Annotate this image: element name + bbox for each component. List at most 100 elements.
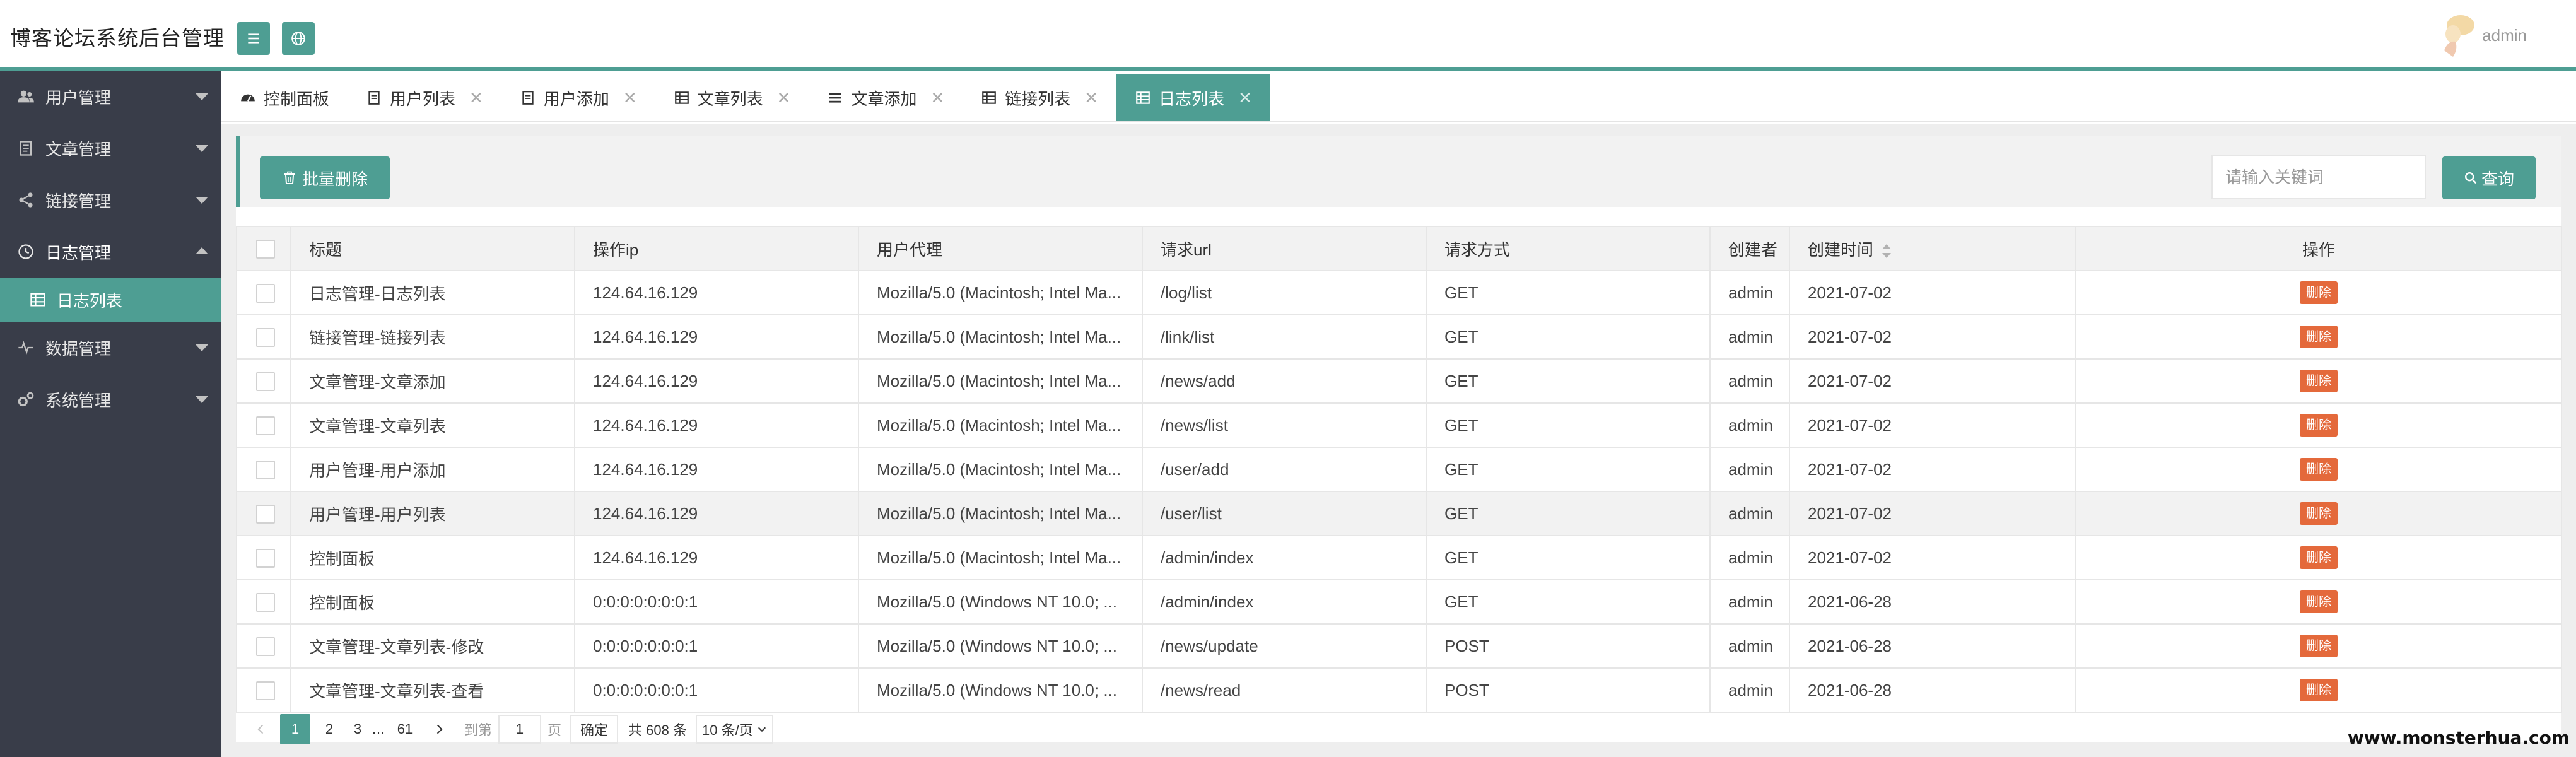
row-checkbox-cell — [236, 403, 291, 448]
close-icon[interactable]: ✕ — [623, 88, 637, 108]
page-unit-label: 页 — [547, 722, 562, 738]
sidebar-item-articles[interactable]: 文章管理 — [0, 122, 221, 174]
table-row[interactable]: 用户管理-用户添加 124.64.16.129 Mozilla/5.0 (Macin… — [236, 447, 2562, 492]
close-icon[interactable]: ✕ — [1238, 88, 1252, 108]
table-cell-actions: 删除 — [2075, 536, 2562, 580]
close-icon[interactable]: ✕ — [1084, 88, 1098, 108]
user-menu[interactable]: admin — [2439, 15, 2527, 57]
delete-button[interactable]: 删除 — [2300, 679, 2338, 701]
column-header-sortable[interactable]: 创建时间 — [1789, 226, 2076, 271]
table-row[interactable]: 链接管理-链接列表 124.64.16.129 Mozilla/5.0 (Macin… — [236, 315, 2562, 360]
table-cell-creator: admin — [1709, 668, 1790, 713]
query-button[interactable]: 查询 — [2442, 156, 2536, 199]
table-row[interactable]: 文章管理-文章列表-修改 0:0:0:0:0:0:0:1 Mozilla/5.0 (… — [236, 624, 2562, 669]
table-cell-url: /admin/index — [1142, 580, 1427, 625]
sidebar: 用户管理 文章管理 链接管理 日志管理 日志列表 数据管理 系统管理 — [0, 71, 221, 757]
prev-page-button[interactable] — [246, 714, 276, 744]
sidebar-subitem-log-list[interactable]: 日志列表 — [0, 278, 221, 322]
close-icon[interactable]: ✕ — [469, 88, 483, 108]
table-row[interactable]: 文章管理-文章列表 124.64.16.129 Mozilla/5.0 (Macin… — [236, 403, 2562, 448]
table-cell-agent: Mozilla/5.0 (Macintosh; Intel Ma... — [858, 315, 1143, 360]
table-cell-method: GET — [1426, 536, 1711, 580]
batch-delete-button[interactable]: 批量删除 — [260, 156, 390, 199]
table-cell-actions: 删除 — [2075, 447, 2562, 492]
goto-page-input[interactable] — [498, 715, 542, 744]
row-checkbox[interactable] — [256, 461, 275, 480]
table-cell-creator: admin — [1709, 271, 1790, 315]
table-cell-agent: Mozilla/5.0 (Macintosh; Intel Ma... — [858, 403, 1143, 448]
sidebar-item-links[interactable]: 链接管理 — [0, 174, 221, 226]
table-row[interactable]: 文章管理-文章列表-查看 0:0:0:0:0:0:0:1 Mozilla/5.0 (… — [236, 668, 2562, 713]
close-icon[interactable]: ✕ — [930, 88, 944, 108]
tab-log-list[interactable]: 日志列表 ✕ — [1116, 74, 1270, 121]
table-cell-time: 2021-07-02 — [1789, 491, 2076, 536]
table-cell-actions: 删除 — [2075, 359, 2562, 404]
table-cell-title: 控制面板 — [290, 580, 575, 625]
delete-button[interactable]: 删除 — [2300, 635, 2338, 657]
sidebar-item-data[interactable]: 数据管理 — [0, 322, 221, 373]
menu-toggle-button[interactable] — [237, 22, 270, 55]
sort-icon[interactable] — [1882, 244, 1892, 258]
tab-article-add[interactable]: 文章添加 ✕ — [808, 74, 962, 121]
tab-dashboard[interactable]: 控制面板 — [221, 74, 347, 121]
delete-button[interactable]: 删除 — [2300, 546, 2338, 569]
page-button-last[interactable]: 61 — [390, 714, 420, 744]
table-cell-actions: 删除 — [2075, 580, 2562, 625]
table-row[interactable]: 用户管理-用户列表 124.64.16.129 Mozilla/5.0 (Macin… — [236, 491, 2562, 536]
tab-user-add[interactable]: 用户添加 ✕ — [501, 74, 655, 121]
website-button[interactable] — [282, 22, 315, 55]
document-icon — [368, 91, 380, 105]
next-page-button[interactable] — [424, 714, 454, 744]
row-checkbox[interactable] — [256, 416, 275, 436]
tab-label: 链接列表 — [1005, 89, 1071, 109]
table-cell-time: 2021-06-28 — [1789, 624, 2076, 669]
chevron-down-icon — [196, 145, 208, 152]
batch-delete-label: 批量删除 — [302, 169, 368, 189]
table-cell-url: /admin/index — [1142, 536, 1427, 580]
table-cell-title: 链接管理-链接列表 — [290, 315, 575, 360]
sidebar-item-users[interactable]: 用户管理 — [0, 71, 221, 122]
delete-button[interactable]: 删除 — [2300, 281, 2338, 304]
row-checkbox[interactable] — [256, 505, 275, 524]
table-row[interactable]: 文章管理-文章添加 124.64.16.129 Mozilla/5.0 (Macin… — [236, 359, 2562, 404]
delete-button[interactable]: 删除 — [2300, 458, 2338, 481]
page-button-current[interactable]: 1 — [280, 714, 310, 744]
delete-button[interactable]: 删除 — [2300, 502, 2338, 525]
goto-confirm-button[interactable]: 确定 — [570, 715, 619, 744]
page-button[interactable]: 2 — [314, 714, 344, 744]
table-row[interactable]: 日志管理-日志列表 124.64.16.129 Mozilla/5.0 (Macin… — [236, 271, 2562, 315]
delete-button[interactable]: 删除 — [2300, 414, 2338, 437]
table-cell-url: /user/add — [1142, 447, 1427, 492]
select-all-checkbox[interactable] — [256, 240, 275, 259]
delete-button[interactable]: 删除 — [2300, 370, 2338, 392]
row-checkbox[interactable] — [256, 372, 275, 392]
sidebar-item-label: 用户管理 — [45, 88, 112, 107]
table-cell-actions: 删除 — [2075, 315, 2562, 360]
table-cell-actions: 删除 — [2075, 403, 2562, 448]
search-input[interactable] — [2211, 155, 2426, 199]
row-checkbox[interactable] — [256, 284, 275, 303]
tab-article-list[interactable]: 文章列表 ✕ — [655, 74, 809, 121]
tab-label: 用户添加 — [543, 89, 609, 109]
sidebar-item-system[interactable]: 系统管理 — [0, 373, 221, 425]
delete-button[interactable]: 删除 — [2300, 590, 2338, 613]
table-row[interactable]: 控制面板 0:0:0:0:0:0:0:1 Mozilla/5.0 (Windows … — [236, 580, 2562, 625]
page-button[interactable]: 3 — [348, 714, 367, 744]
total-count: 共 608 条 — [628, 722, 687, 738]
row-checkbox[interactable] — [256, 681, 275, 701]
page-size-select[interactable]: 10 条/页 — [695, 715, 773, 744]
row-checkbox[interactable] — [256, 593, 275, 613]
row-checkbox[interactable] — [256, 637, 275, 657]
search-icon — [2465, 172, 2477, 184]
table-row[interactable]: 控制面板 124.64.16.129 Mozilla/5.0 (Macintosh;… — [236, 536, 2562, 580]
delete-button[interactable]: 删除 — [2300, 326, 2338, 348]
row-checkbox-cell — [236, 491, 291, 536]
close-icon[interactable]: ✕ — [777, 88, 791, 108]
tab-user-list[interactable]: 用户列表 ✕ — [347, 74, 501, 121]
tab-link-list[interactable]: 链接列表 ✕ — [962, 74, 1116, 121]
select-all-cell — [236, 226, 291, 271]
sidebar-item-logs[interactable]: 日志管理 — [0, 226, 221, 278]
table-cell-method: GET — [1426, 491, 1711, 536]
row-checkbox[interactable] — [256, 549, 275, 568]
row-checkbox[interactable] — [256, 328, 275, 348]
